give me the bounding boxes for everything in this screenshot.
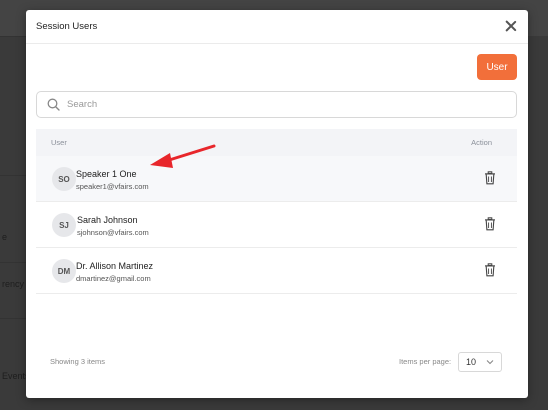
modal-header: Session Users <box>26 10 528 44</box>
items-per-page-value: 10 <box>466 357 477 367</box>
trash-icon[interactable] <box>483 263 497 277</box>
user-email: sjohnson@vfairs.com <box>77 228 149 237</box>
user-email: speaker1@vfairs.com <box>76 182 149 191</box>
users-table: User Action SO Speaker 1 One speaker1@vf… <box>36 129 517 294</box>
search-box[interactable] <box>36 91 517 118</box>
user-name: Speaker 1 One <box>76 169 137 179</box>
showing-count: Showing 3 items <box>50 357 106 366</box>
close-icon[interactable] <box>504 19 518 33</box>
items-per-page-select[interactable]: 10 <box>458 352 502 372</box>
user-name: Dr. Allison Martinez <box>76 261 154 271</box>
column-header-action: Action <box>471 138 492 147</box>
session-users-modal: Session Users User User Action SO Speake… <box>26 10 528 398</box>
table-body: SO Speaker 1 One speaker1@vfairs.com SJ … <box>36 156 517 294</box>
trash-icon[interactable] <box>483 217 497 231</box>
user-email: dmartinez@gmail.com <box>76 274 151 283</box>
modal-title: Session Users <box>36 21 98 32</box>
column-header-user: User <box>51 138 67 147</box>
trash-icon[interactable] <box>483 171 497 185</box>
avatar: DM <box>52 259 76 283</box>
user-name: Sarah Johnson <box>77 215 138 225</box>
search-input[interactable] <box>67 99 487 110</box>
background-text: e <box>2 232 8 242</box>
add-user-button[interactable]: User <box>477 54 517 80</box>
search-icon <box>47 98 60 111</box>
table-row[interactable]: DM Dr. Allison Martinez dmartinez@gmail.… <box>36 248 517 294</box>
avatar: SJ <box>52 213 76 237</box>
background-text: rency <box>2 279 25 289</box>
avatar: SO <box>52 167 76 191</box>
table-row[interactable]: SJ Sarah Johnson sjohnson@vfairs.com <box>36 202 517 248</box>
chevron-down-icon <box>486 360 494 365</box>
table-header: User Action <box>36 129 517 156</box>
table-row[interactable]: SO Speaker 1 One speaker1@vfairs.com <box>36 156 517 202</box>
items-per-page-label: Items per page: <box>399 357 452 366</box>
